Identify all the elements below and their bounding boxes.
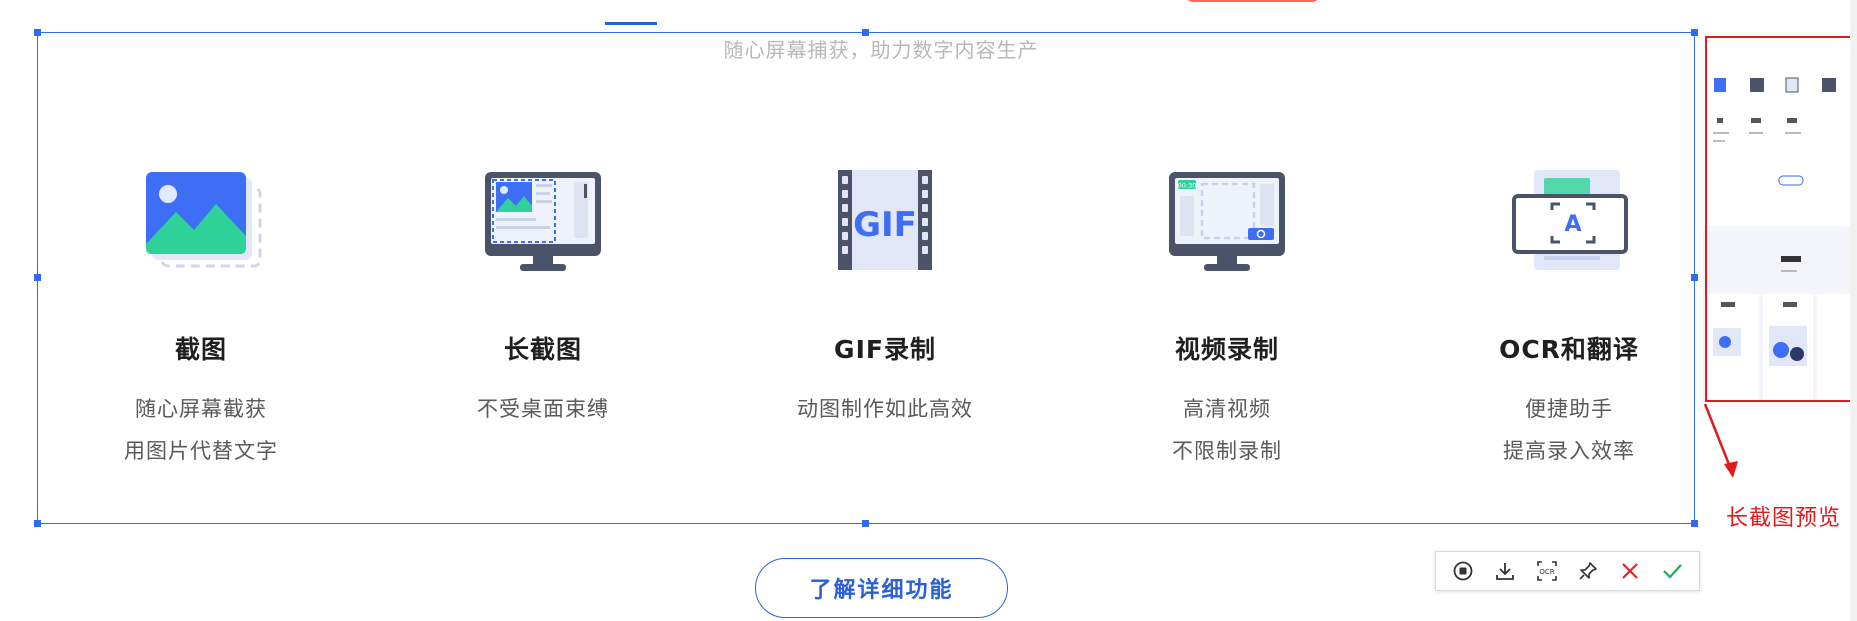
close-icon [1622, 563, 1638, 579]
ocr-icon: OCR [1536, 561, 1557, 581]
record-button[interactable] [1447, 555, 1479, 587]
feature-screenshot: 截图 随心屏幕截获 用图片代替文字 [61, 160, 341, 472]
top-nav-button-edge[interactable] [1185, 0, 1320, 2]
gif-film-icon: GIF [838, 170, 932, 270]
download-button[interactable] [1489, 555, 1521, 587]
preview-highlight-box [1705, 36, 1857, 402]
selection-handle-bottom-right[interactable] [1691, 520, 1698, 527]
feature-desc-line1: 便捷助手 [1525, 397, 1613, 421]
ocr-button[interactable]: OCR [1531, 555, 1563, 587]
feature-desc-line1: 不受桌面束缚 [477, 397, 609, 421]
feature-title: 长截图 [503, 335, 582, 364]
timer-label: 00:30 [1178, 182, 1197, 190]
arrow-icon [1703, 403, 1738, 478]
feature-desc-line1: 随心屏幕截获 [135, 397, 267, 421]
feature-long-screenshot: 长截图 不受桌面束缚 [403, 160, 683, 430]
ocr-button-text: OCR [1539, 568, 1554, 576]
feature-title: GIF录制 [834, 335, 936, 364]
feature-desc-line2: 不限制录制 [1172, 439, 1282, 463]
confirm-icon [1663, 564, 1682, 579]
selection-handle-bottom-left[interactable] [34, 520, 41, 527]
feature-video-record: 00:30 视频录制 高清视频 不限制录制 [1087, 160, 1367, 472]
selection-handle-top[interactable] [862, 29, 869, 36]
preview-annotation-label: 长截图预览 [1726, 506, 1842, 531]
selection-handle-bottom[interactable] [862, 520, 869, 527]
cancel-button[interactable] [1614, 555, 1646, 587]
image-icon [146, 172, 262, 268]
long-screenshot-monitor-icon [485, 172, 601, 271]
ocr-letter: A [1564, 212, 1581, 237]
ocr-icon: A [1512, 170, 1628, 270]
confirm-button[interactable] [1656, 555, 1688, 587]
pin-button[interactable] [1572, 555, 1604, 587]
gif-label: GIF [853, 205, 917, 245]
feature-ocr-translate: A OCR和翻译 便捷助手 提高录入效率 [1429, 160, 1709, 472]
top-tab-underline [605, 22, 657, 25]
download-icon [1495, 563, 1514, 580]
feature-list: 截图 随心屏幕截获 用图片代替文字 长截图 不受桌面束缚 GIF GIF录制 动… [37, 160, 1695, 490]
feature-desc-line1: 高清视频 [1183, 397, 1271, 421]
record-icon [1453, 561, 1473, 581]
feature-desc-line1: 动图制作如此高效 [797, 397, 973, 421]
selection-handle-top-right[interactable] [1691, 29, 1698, 36]
pin-icon [1579, 562, 1598, 580]
video-record-monitor-icon: 00:30 [1169, 172, 1285, 271]
feature-desc-line2: 提高录入效率 [1503, 439, 1635, 463]
feature-title: OCR和翻译 [1499, 335, 1639, 364]
feature-title: 视频录制 [1174, 335, 1279, 364]
feature-title: 截图 [174, 335, 227, 364]
learn-more-button[interactable]: 了解详细功能 [755, 558, 1008, 618]
feature-desc-line2: 用图片代替文字 [124, 439, 278, 463]
selection-handle-top-left[interactable] [34, 29, 41, 36]
scrollbar-track[interactable] [1850, 0, 1857, 621]
feature-gif-record: GIF GIF录制 动图制作如此高效 [745, 160, 1025, 430]
screenshot-toolbar: OCR [1435, 551, 1700, 591]
